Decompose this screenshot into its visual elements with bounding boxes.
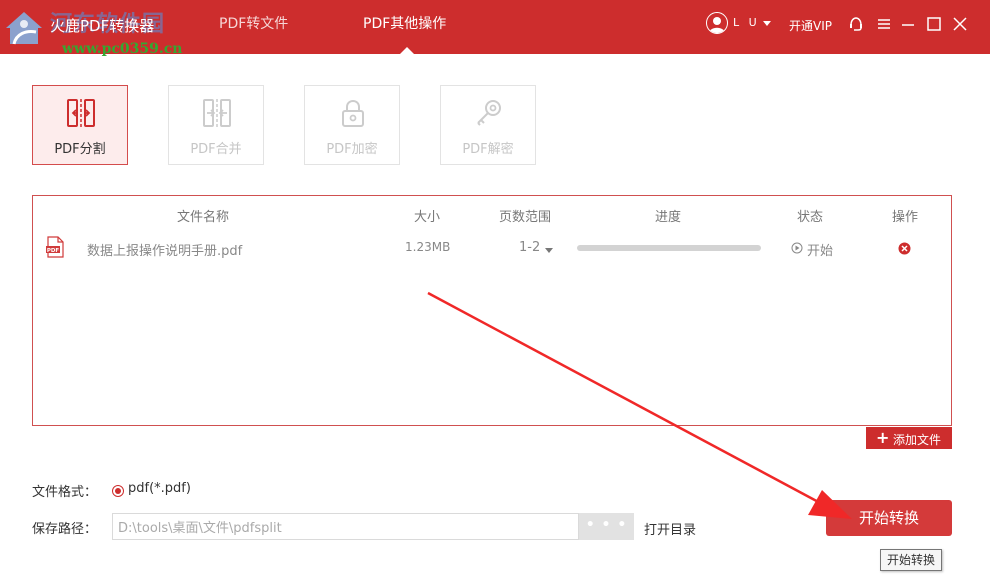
svg-text:PDF: PDF — [47, 248, 60, 254]
user-icon — [709, 17, 725, 33]
file-table: 文件名称 大小 页数范围 进度 状态 操作 PDF 数据上报操作说明手册.pdf… — [32, 195, 952, 426]
browse-button[interactable]: • • • — [579, 513, 634, 540]
tool-pdf-decrypt[interactable]: PDF解密 — [440, 85, 536, 165]
delete-icon[interactable] — [898, 242, 911, 255]
tool-pdf-encrypt[interactable]: PDF加密 — [304, 85, 400, 165]
header-progress: 进度 — [655, 210, 682, 225]
save-path-input[interactable] — [112, 513, 579, 540]
site-logo-icon — [6, 12, 42, 45]
tool-pdf-merge[interactable]: PDF合并 — [168, 85, 264, 165]
tool-label: PDF加密 — [326, 142, 378, 157]
active-tab-indicator — [400, 47, 414, 54]
start-convert-button[interactable]: 开始转换 — [826, 500, 952, 536]
page-range-select[interactable]: 1-2 — [519, 240, 540, 255]
title-bar: 河东软件园 火鹿PDF转换器 www.pc0359.cn PDF转文件 PDF其… — [0, 0, 990, 57]
header-page-range: 页数范围 — [499, 210, 552, 225]
tool-label: PDF分割 — [54, 142, 106, 157]
maximize-icon[interactable] — [925, 15, 943, 33]
tool-label: PDF合并 — [190, 142, 242, 157]
app-title: 火鹿PDF转换器 — [50, 17, 155, 35]
convert-tooltip: 开始转换 — [880, 549, 942, 571]
merge-icon — [203, 99, 231, 127]
file-size: 1.23MB — [405, 240, 451, 254]
header-action: 操作 — [892, 210, 919, 225]
avatar[interactable] — [706, 12, 728, 34]
customer-service-icon[interactable] — [847, 15, 865, 33]
tool-pdf-split[interactable]: PDF分割 — [32, 85, 128, 165]
tab-pdf-other-ops[interactable]: PDF其他操作 — [363, 13, 446, 33]
add-file-label: 添加文件 — [893, 433, 942, 447]
close-icon[interactable] — [951, 15, 969, 33]
file-format-label: 文件格式： — [32, 485, 98, 500]
play-icon[interactable] — [791, 242, 803, 254]
plus-icon: + — [876, 428, 890, 447]
save-path-label: 保存路径： — [32, 522, 98, 537]
split-icon — [67, 99, 95, 127]
format-pdf-option[interactable]: pdf(*.pdf) — [128, 481, 191, 496]
add-file-button[interactable]: + 添加文件 — [866, 427, 952, 449]
progress-bar — [577, 245, 761, 251]
format-pdf-radio[interactable] — [112, 485, 124, 497]
app-window: 河东软件园 火鹿PDF转换器 www.pc0359.cn PDF转文件 PDF其… — [0, 0, 990, 575]
tool-label: PDF解密 — [462, 142, 514, 157]
header-status: 状态 — [797, 210, 824, 225]
user-name[interactable]: L U — [733, 16, 760, 29]
open-directory-link[interactable]: 打开目录 — [644, 519, 696, 538]
lock-icon — [342, 99, 364, 127]
header-size: 大小 — [414, 210, 441, 225]
watermark-url: www.pc0359.cn — [62, 41, 183, 57]
menu-icon[interactable] — [875, 15, 893, 33]
row-start-button[interactable]: 开始 — [807, 240, 833, 259]
tab-pdf-to-file[interactable]: PDF转文件 — [219, 13, 288, 33]
file-name: 数据上报操作说明手册.pdf — [87, 244, 243, 259]
page-range-caret-icon[interactable] — [545, 248, 553, 253]
user-menu-caret-icon[interactable] — [763, 21, 771, 26]
header-file-name: 文件名称 — [177, 210, 230, 225]
key-icon — [477, 100, 501, 126]
pdf-file-icon: PDF — [46, 236, 64, 258]
open-vip-link[interactable]: 开通VIP — [789, 17, 832, 34]
minimize-icon[interactable] — [899, 15, 917, 33]
